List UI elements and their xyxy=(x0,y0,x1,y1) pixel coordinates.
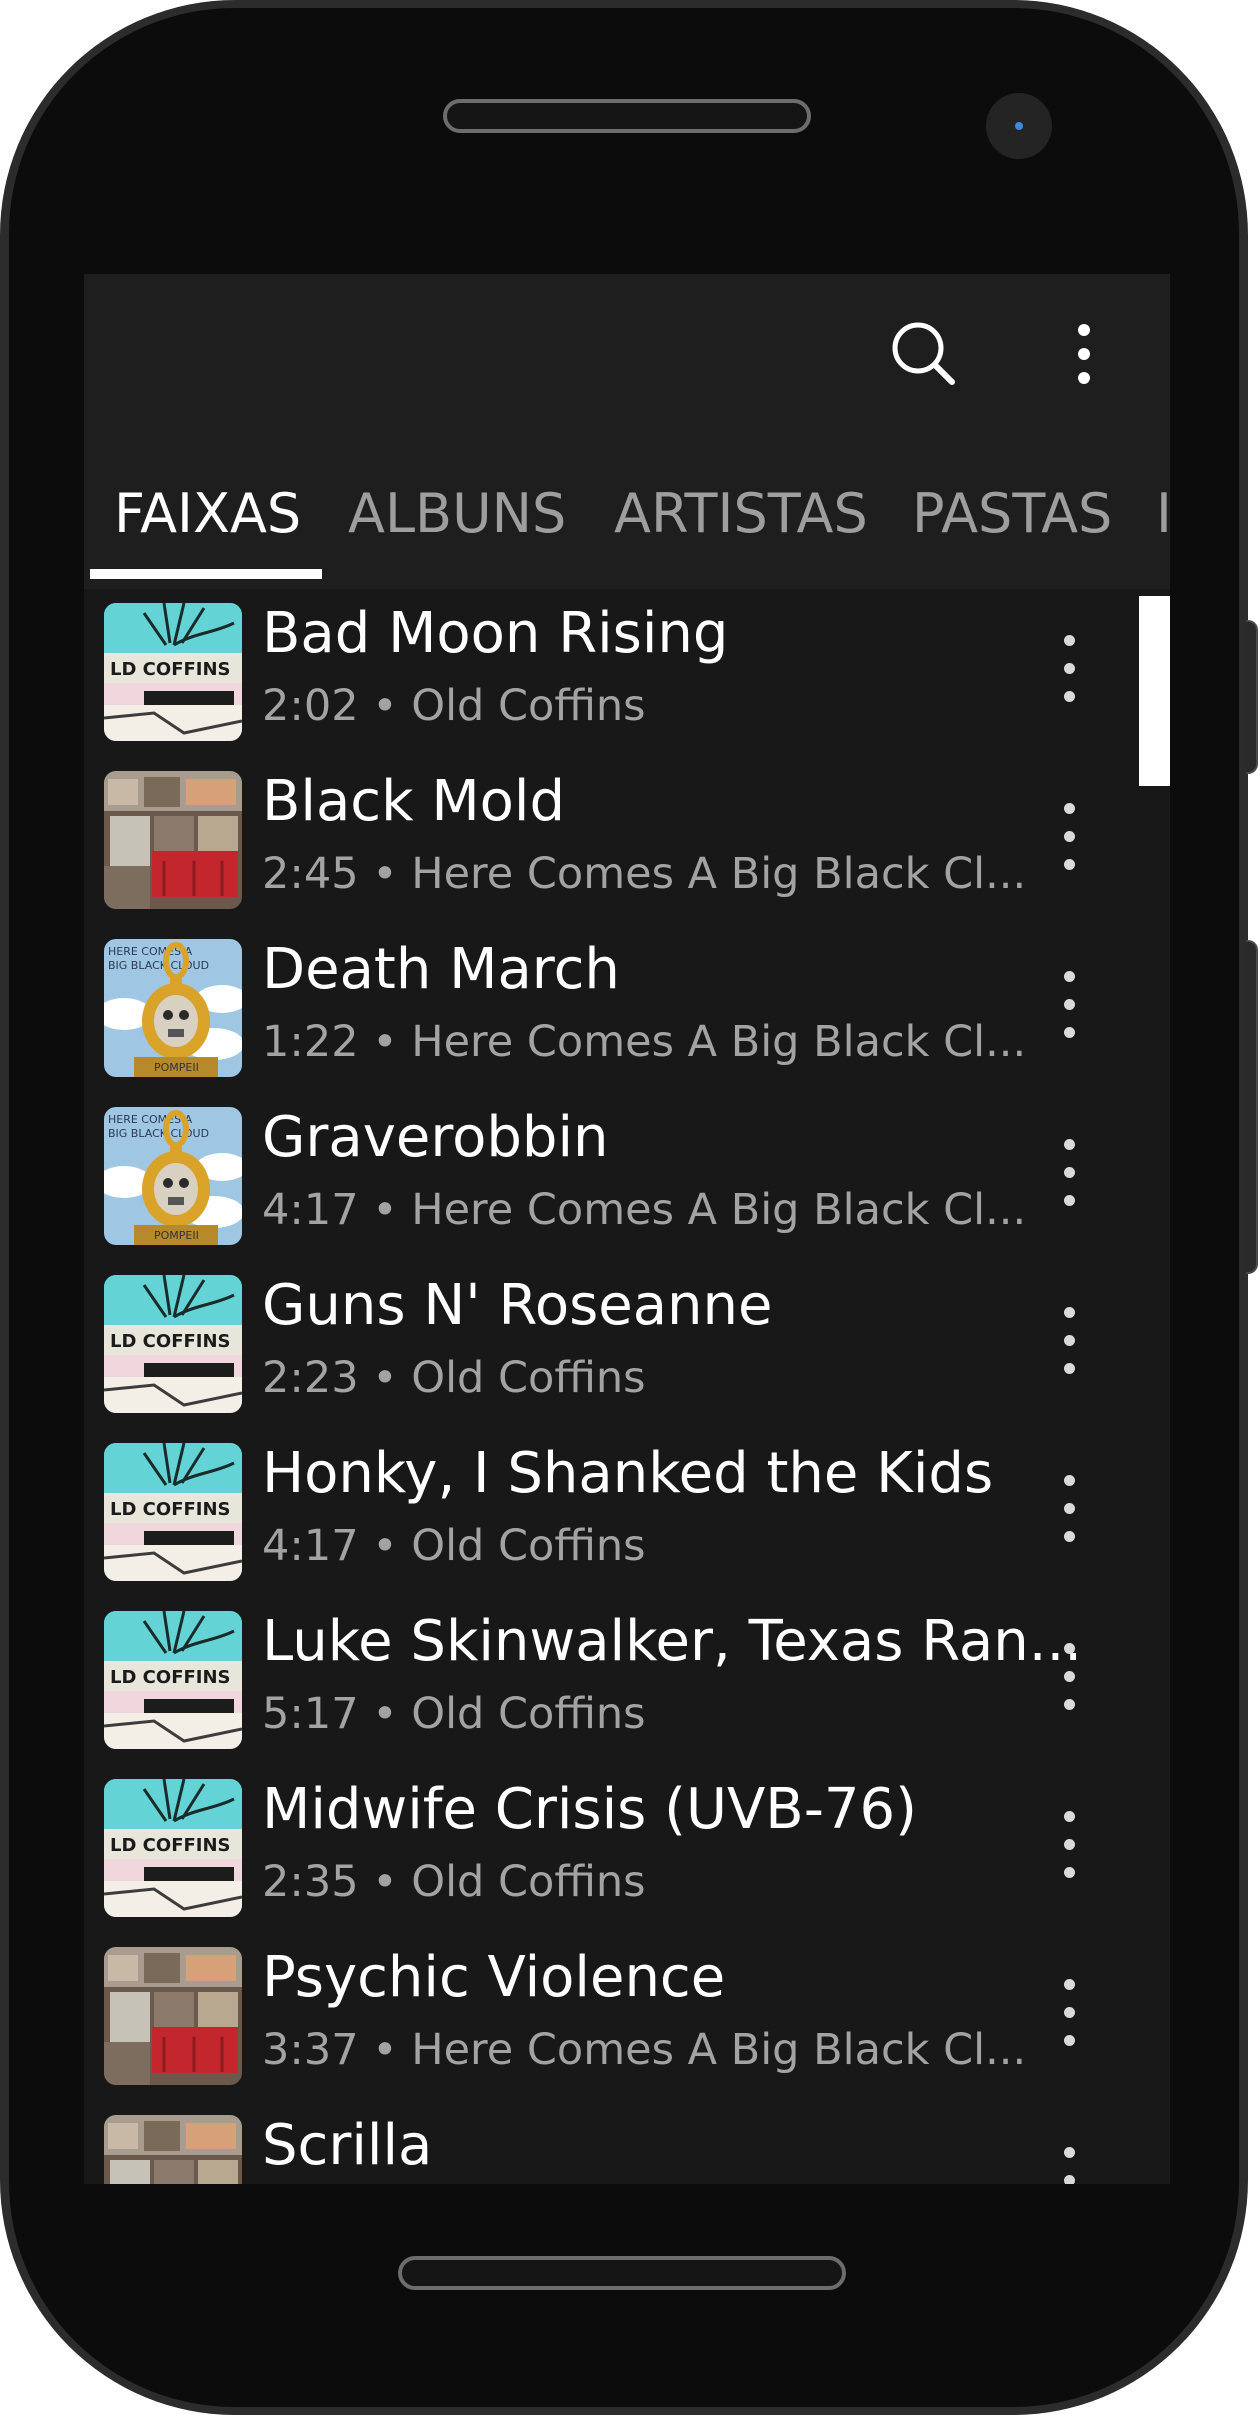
track-subtitle: 5:17 • Old Coffins xyxy=(262,1689,646,1739)
track-row[interactable]: LD COFFINS Midwife Crisis (UVB-76) 2:35 • … xyxy=(84,1765,1170,1933)
track-subtitle: 4:17 • Old Coffins xyxy=(262,1521,646,1571)
track-more-icon[interactable] xyxy=(1054,1297,1084,1387)
track-more-icon[interactable] xyxy=(1054,1129,1084,1219)
track-subtitle: 3:37 • Here Comes A Big Black Cl... xyxy=(262,2025,1027,2075)
track-subtitle: 2:02 • Old Coffins xyxy=(262,681,646,731)
album-art: HERE COMES A BIG BLACK CLOUD POMPEII xyxy=(104,939,242,1077)
track-subtitle: 2:23 • Old Coffins xyxy=(262,1353,646,1403)
svg-text:BIG BLACK CLOUD: BIG BLACK CLOUD xyxy=(108,1127,209,1140)
track-title: Guns N' Roseanne xyxy=(262,1273,773,1338)
track-title: Honky, I Shanked the Kids xyxy=(262,1441,994,1506)
track-more-icon[interactable] xyxy=(1054,961,1084,1051)
track-more-icon[interactable] xyxy=(1054,1465,1084,1555)
active-tab-indicator xyxy=(90,569,322,579)
track-title: Midwife Crisis (UVB-76) xyxy=(262,1777,918,1842)
app-toolbar xyxy=(84,274,1170,459)
home-indicator xyxy=(398,2256,846,2290)
tab-bar: FAIXAS ALBUNS ARTISTAS PASTAS I xyxy=(84,459,1170,589)
track-subtitle: 2:35 • Old Coffins xyxy=(262,1857,646,1907)
album-art: LD COFFINS xyxy=(104,1779,242,1917)
front-camera xyxy=(986,93,1052,159)
album-art: LD COFFINS xyxy=(104,1443,242,1581)
album-art: LD COFFINS xyxy=(104,603,242,741)
track-more-icon[interactable] xyxy=(1054,1801,1084,1891)
power-button xyxy=(1246,940,1258,1274)
track-row[interactable]: LD COFFINS Luke Skinwalker, Texas Ran... 5… xyxy=(84,1597,1170,1765)
track-more-icon[interactable] xyxy=(1054,2137,1084,2184)
track-title: Bad Moon Rising xyxy=(262,601,729,666)
track-row[interactable]: Scrilla xyxy=(84,2101,1170,2184)
art-label: LD COFFINS xyxy=(110,659,231,680)
track-row[interactable]: LD COFFINS Guns N' Roseanne 2:23 • Old Cof… xyxy=(84,1261,1170,1429)
track-subtitle: 1:22 • Here Comes A Big Black Cl... xyxy=(262,1017,1027,1067)
track-title: Scrilla xyxy=(262,2113,433,2178)
track-row[interactable]: Psychic Violence 3:37 • Here Comes A Big … xyxy=(84,1933,1170,2101)
tab-artistas[interactable]: ARTISTAS xyxy=(614,459,868,569)
search-icon[interactable] xyxy=(884,314,964,394)
scrollbar-thumb[interactable] xyxy=(1139,596,1170,786)
track-subtitle: 4:17 • Here Comes A Big Black Cl... xyxy=(262,1185,1027,1235)
track-title: Black Mold xyxy=(262,769,565,834)
album-art: LD COFFINS xyxy=(104,1611,242,1749)
earpiece xyxy=(443,99,811,133)
tab-pastas[interactable]: PASTAS xyxy=(912,459,1112,569)
track-list: LD COFFINS Bad Moon Rising 2:02 • Old Coff… xyxy=(84,589,1170,2184)
track-title: Psychic Violence xyxy=(262,1945,726,2010)
track-more-icon[interactable] xyxy=(1054,793,1084,883)
more-vert-icon[interactable] xyxy=(1044,314,1124,394)
tab-albuns[interactable]: ALBUNS xyxy=(348,459,566,569)
album-art xyxy=(104,771,242,909)
art-label: LD COFFINS xyxy=(110,1835,231,1856)
track-more-icon[interactable] xyxy=(1054,1969,1084,2059)
art-label: POMPEII xyxy=(154,1229,199,1242)
album-art: HERE COMES A BIG BLACK CLOUD POMPEII xyxy=(104,1107,242,1245)
track-row[interactable]: Black Mold 2:45 • Here Comes A Big Black … xyxy=(84,757,1170,925)
track-subtitle: 2:45 • Here Comes A Big Black Cl... xyxy=(262,849,1027,899)
tab-faixas[interactable]: FAIXAS xyxy=(114,459,301,569)
tab-partial[interactable]: I xyxy=(1156,459,1170,569)
art-label: LD COFFINS xyxy=(110,1499,231,1520)
track-row[interactable]: HERE COMES A BIG BLACK CLOUD POMPEII Graver… xyxy=(84,1093,1170,1261)
track-title: Death March xyxy=(262,937,620,1002)
svg-text:BIG BLACK CLOUD: BIG BLACK CLOUD xyxy=(108,959,209,972)
track-row[interactable]: HERE COMES A BIG BLACK CLOUD POMPEII Death … xyxy=(84,925,1170,1093)
track-title: Graverobbin xyxy=(262,1105,609,1170)
volume-button xyxy=(1246,620,1258,774)
track-row[interactable]: LD COFFINS Honky, I Shanked the Kids 4:17 … xyxy=(84,1429,1170,1597)
art-label: LD COFFINS xyxy=(110,1667,231,1688)
track-title: Luke Skinwalker, Texas Ran... xyxy=(262,1609,1083,1674)
album-art xyxy=(104,1947,242,2085)
art-label: POMPEII xyxy=(154,1061,199,1074)
album-art: LD COFFINS xyxy=(104,1275,242,1413)
art-label: LD COFFINS xyxy=(110,1331,231,1352)
track-more-icon[interactable] xyxy=(1054,625,1084,715)
track-more-icon[interactable] xyxy=(1054,1633,1084,1723)
app-screen: FAIXAS ALBUNS ARTISTAS PASTAS I LD COFFI… xyxy=(84,274,1170,2184)
album-art xyxy=(104,2115,242,2184)
track-row[interactable]: LD COFFINS Bad Moon Rising 2:02 • Old Coff… xyxy=(84,589,1170,757)
